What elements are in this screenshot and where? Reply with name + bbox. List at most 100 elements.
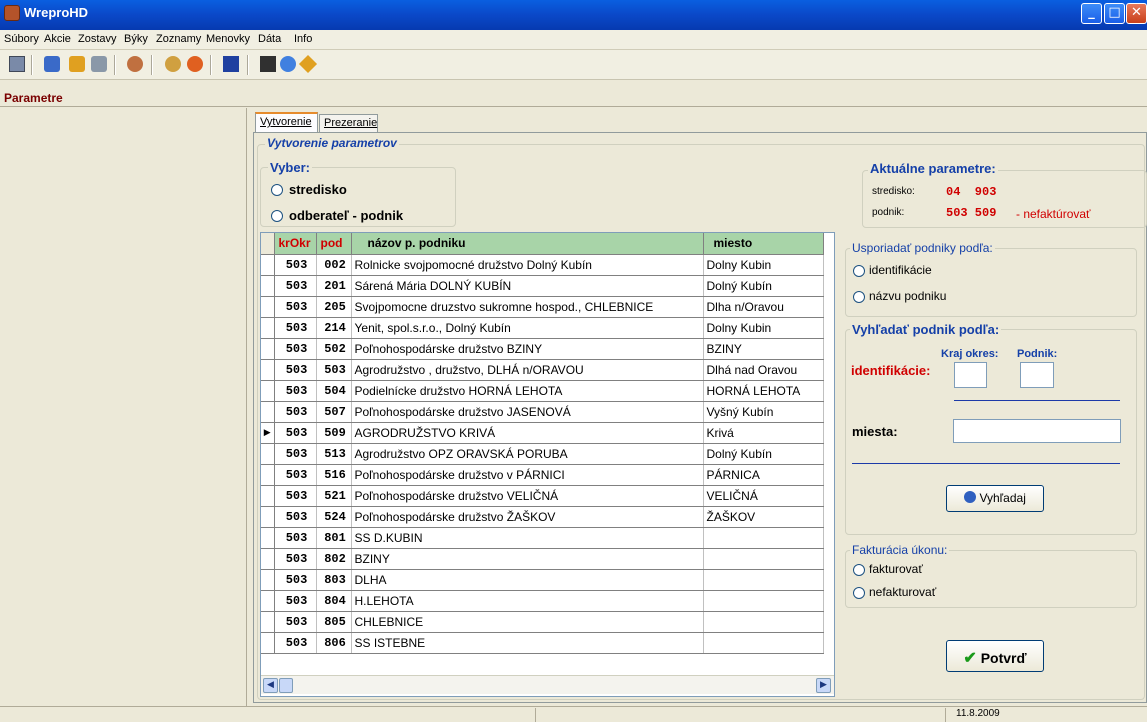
scroll-left-icon[interactable]: ◀ bbox=[263, 678, 278, 693]
col-nazov[interactable]: názov p. podniku bbox=[351, 233, 704, 255]
cell-pod: 201 bbox=[316, 275, 352, 297]
table-row[interactable]: 503 801 SS D.KUBIN bbox=[261, 527, 824, 549]
table-row[interactable]: 503 802 BZINY bbox=[261, 548, 824, 570]
table-row[interactable]: 503 002 Rolnicke svojpomocné družstvo Doln… bbox=[261, 254, 824, 276]
radio-nefakturovat[interactable] bbox=[853, 587, 865, 599]
gear-person-icon[interactable] bbox=[165, 56, 181, 72]
table-row[interactable]: 503 805 CHLEBNICE bbox=[261, 611, 824, 633]
bull-icon[interactable] bbox=[44, 56, 60, 72]
tab-prezeranie[interactable]: Prezeranie bbox=[319, 114, 378, 132]
row-indicator[interactable] bbox=[261, 485, 275, 507]
row-indicator[interactable] bbox=[261, 548, 275, 570]
radio-odberatel[interactable] bbox=[271, 210, 283, 222]
row-indicator[interactable] bbox=[261, 611, 275, 633]
maximize-button[interactable]: □ bbox=[1104, 3, 1125, 24]
table-row[interactable]: 503 503 Agrodružstvo , družstvo, DLHÁ n/OR… bbox=[261, 359, 824, 381]
title-bar[interactable]: WreproHD _ □ ✕ bbox=[0, 0, 1147, 30]
menu-bar: Súbory Akcie Zostavy Býky Zoznamy Menovk… bbox=[0, 30, 1147, 50]
magnifier-icon bbox=[964, 491, 977, 503]
potvrd-button[interactable]: ✔ Potvrď bbox=[946, 640, 1044, 672]
menu-subory[interactable]: Súbory bbox=[4, 33, 39, 45]
minimize-button[interactable]: _ bbox=[1081, 3, 1102, 24]
menu-info[interactable]: Info bbox=[294, 33, 312, 45]
row-indicator[interactable] bbox=[261, 338, 275, 360]
row-indicator[interactable] bbox=[261, 275, 275, 297]
table-row[interactable]: 503 513 Agrodružstvo OPZ ORAVSKÁ PORUBA Dol… bbox=[261, 443, 824, 465]
row-indicator[interactable] bbox=[261, 590, 275, 612]
row-indicator[interactable] bbox=[261, 359, 275, 381]
help-icon[interactable] bbox=[280, 56, 296, 72]
table-row[interactable]: 503 502 Poľnohospodárske družstvo BZINY BZI… bbox=[261, 338, 824, 360]
menu-menovky[interactable]: Menovky bbox=[206, 33, 250, 45]
menu-akcie[interactable]: Akcie bbox=[44, 33, 71, 45]
menu-zoznamy[interactable]: Zoznamy bbox=[156, 33, 201, 45]
monitor-icon[interactable] bbox=[9, 56, 25, 72]
tab-vytvorenie[interactable]: Vytvorenie bbox=[255, 112, 318, 132]
row-indicator[interactable] bbox=[261, 632, 275, 654]
radio-nazov-label[interactable]: názvu podniku bbox=[869, 289, 946, 303]
scroll-thumb[interactable] bbox=[279, 678, 293, 693]
table-row[interactable]: 503 201 Sárená Mária DOLNÝ KUBÍN Dolný Kubí… bbox=[261, 275, 824, 297]
table-row[interactable]: 503 205 Svojpomocne druzstvo sukromne hosp… bbox=[261, 296, 824, 318]
radio-stredisko[interactable] bbox=[271, 184, 283, 196]
table-row[interactable]: 503 516 Poľnohospodárske družstvo v PÁRNIC… bbox=[261, 464, 824, 486]
arrow-icon[interactable] bbox=[298, 54, 318, 74]
col-krokr[interactable]: krOkr bbox=[274, 233, 317, 255]
miesta-label: miesta: bbox=[852, 424, 898, 439]
row-indicator[interactable] bbox=[261, 527, 275, 549]
kraj-okres-input[interactable] bbox=[954, 362, 987, 388]
menu-data[interactable]: Dáta bbox=[258, 33, 281, 45]
table-row[interactable]: 503 507 Poľnohospodárske družstvo JASENOVÁ… bbox=[261, 401, 824, 423]
film-icon[interactable] bbox=[260, 56, 276, 72]
table-row[interactable]: 503 804 H.LEHOTA bbox=[261, 590, 824, 612]
cell-krokr: 503 bbox=[274, 506, 317, 528]
row-indicator[interactable]: ▶ bbox=[261, 422, 275, 444]
col-pod[interactable]: pod bbox=[316, 233, 352, 255]
radio-nefakturovat-label[interactable]: nefakturovať bbox=[869, 585, 936, 599]
person-icon[interactable] bbox=[127, 56, 143, 72]
bull-yellow-icon[interactable] bbox=[69, 56, 85, 72]
radio-fakturovat-label[interactable]: fakturovať bbox=[869, 562, 923, 576]
radio-fakturovat[interactable] bbox=[853, 564, 865, 576]
miesta-input[interactable] bbox=[953, 419, 1121, 443]
row-indicator[interactable] bbox=[261, 296, 275, 318]
close-button[interactable]: ✕ bbox=[1126, 3, 1147, 24]
podniky-grid[interactable]: krOkr pod názov p. podniku miesto 503 002… bbox=[260, 232, 835, 697]
radio-nazov[interactable] bbox=[853, 291, 865, 303]
podnik-search-label: Podnik: bbox=[1017, 348, 1058, 360]
row-indicator[interactable] bbox=[261, 380, 275, 402]
menu-byky[interactable]: Býky bbox=[124, 33, 148, 45]
row-indicator[interactable] bbox=[261, 464, 275, 486]
radio-identifikacie[interactable] bbox=[853, 265, 865, 277]
toolbar-separator bbox=[114, 55, 116, 75]
row-indicator[interactable] bbox=[261, 317, 275, 339]
table-row[interactable]: 503 524 Poľnohospodárske družstvo ŽAŠKOV ŽA… bbox=[261, 506, 824, 528]
col-miesto[interactable]: miesto bbox=[703, 233, 824, 255]
scroll-right-icon[interactable]: ▶ bbox=[816, 678, 831, 693]
person-orange-icon[interactable] bbox=[187, 56, 203, 72]
vyhladaj-button[interactable]: Vyhľadaj bbox=[946, 485, 1044, 512]
left-panel bbox=[0, 108, 247, 706]
radio-identifikacie-label[interactable]: identifikácie bbox=[869, 263, 932, 277]
cell-pod: 524 bbox=[316, 506, 352, 528]
podnik-input[interactable] bbox=[1020, 362, 1054, 388]
row-indicator[interactable] bbox=[261, 254, 275, 276]
horizontal-scrollbar[interactable]: ◀ ▶ bbox=[261, 675, 834, 694]
row-indicator[interactable] bbox=[261, 569, 275, 591]
podnik-value: 503 509 bbox=[946, 206, 997, 220]
save-icon[interactable] bbox=[223, 56, 239, 72]
table-row[interactable]: 503 504 Podielnícke družstvo HORNÁ LEHOTA H… bbox=[261, 380, 824, 402]
radio-stredisko-label[interactable]: stredisko bbox=[289, 182, 347, 197]
row-indicator[interactable] bbox=[261, 401, 275, 423]
row-indicator[interactable] bbox=[261, 506, 275, 528]
table-row[interactable]: 503 521 Poľnohospodárske družstvo VELIČNÁ V… bbox=[261, 485, 824, 507]
table-row[interactable]: 503 806 SS ISTEBNE bbox=[261, 632, 824, 654]
row-indicator[interactable] bbox=[261, 443, 275, 465]
table-row[interactable]: ▶ 503 509 AGRODRUŽSTVO KRIVÁ Krivá bbox=[261, 422, 824, 444]
table-row[interactable]: 503 803 DLHA bbox=[261, 569, 824, 591]
cell-krokr: 503 bbox=[274, 632, 317, 654]
radio-odberatel-label[interactable]: odberateľ - podnik bbox=[289, 208, 403, 223]
table-row[interactable]: 503 214 Yenit, spol.s.r.o., Dolný Kubín Dol… bbox=[261, 317, 824, 339]
menu-zostavy[interactable]: Zostavy bbox=[78, 33, 117, 45]
bull-gray-icon[interactable] bbox=[91, 56, 107, 72]
